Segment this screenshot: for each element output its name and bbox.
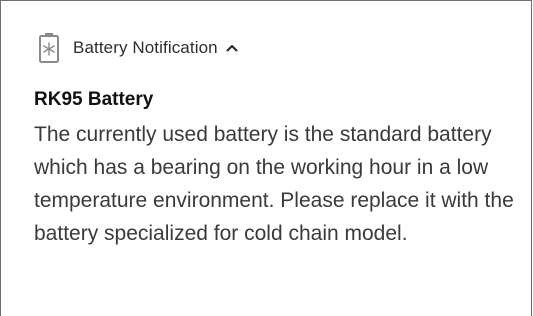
- battery-cold-icon: [38, 32, 60, 64]
- chevron-up-icon[interactable]: [225, 41, 239, 55]
- notification-title: RK95 Battery: [34, 89, 154, 110]
- notification-body: The currently used battery is the standa…: [34, 123, 514, 245]
- notification-header[interactable]: Battery Notification: [38, 31, 239, 65]
- app-label: Battery Notification: [73, 38, 218, 57]
- notification-card[interactable]: Battery Notification RK95 Battery The cu…: [0, 0, 532, 316]
